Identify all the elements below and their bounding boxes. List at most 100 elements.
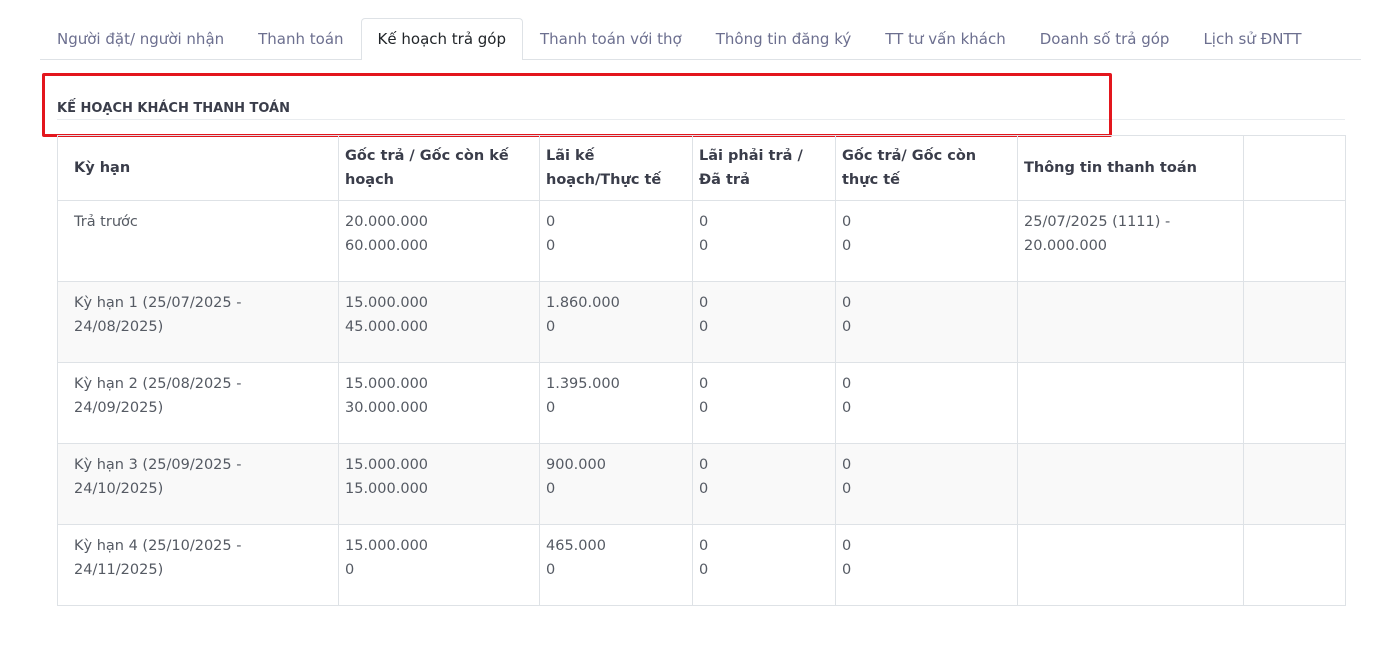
- tab-thanh-toan[interactable]: Thanh toán: [241, 18, 360, 59]
- value: 15.000.000: [345, 457, 429, 473]
- header-actions: [1243, 135, 1346, 201]
- cell-goc-tt: 00: [835, 443, 1018, 525]
- cell-lai-kh: 900.000 0: [539, 443, 693, 525]
- table-row: Kỳ hạn 1 (25/07/2025 - 24/08/2025) 15.00…: [57, 281, 1346, 363]
- value: 0: [699, 481, 709, 497]
- value: 0: [546, 562, 556, 578]
- cell-goc-kh: 15.000.000 0: [338, 524, 540, 606]
- cell-goc-kh: 20.000.000 60.000.000: [338, 200, 540, 282]
- value: 25/07/2025 (1111) - 20.000.000: [1024, 214, 1171, 254]
- value: 0: [699, 214, 709, 230]
- table-row: Trả trước 20.000.000 60.000.000 00 00 00 …: [57, 200, 1346, 282]
- cell-goc-tt: 00: [835, 281, 1018, 363]
- tab-bar: Người đặt/ người nhận Thanh toán Kế hoạc…: [40, 18, 1361, 60]
- value: 45.000.000: [345, 319, 429, 335]
- value: 465.000: [546, 538, 606, 554]
- table-row: Kỳ hạn 3 (25/09/2025 - 24/10/2025) 15.00…: [57, 443, 1346, 525]
- cell-goc-kh: 15.000.000 15.000.000: [338, 443, 540, 525]
- header-goc-ke-hoach: Gốc trả / Gốc còn kế hoạch: [338, 135, 540, 201]
- value: 20.000.000: [345, 214, 429, 230]
- value: 15.000.000: [345, 538, 429, 554]
- header-ky-han: Kỳ hạn: [57, 135, 339, 201]
- value: 0: [842, 319, 852, 335]
- tab-thanh-toan-voi-tho[interactable]: Thanh toán với thợ: [523, 18, 699, 59]
- table-row: Kỳ hạn 2 (25/08/2025 - 24/09/2025) 15.00…: [57, 362, 1346, 444]
- value: 0: [699, 538, 709, 554]
- cell-lai-tra: 00: [692, 443, 836, 525]
- cell-term: Kỳ hạn 2 (25/08/2025 - 24/09/2025): [57, 362, 339, 444]
- cell-lai-kh: 00: [539, 200, 693, 282]
- cell-goc-kh: 15.000.000 30.000.000: [338, 362, 540, 444]
- value: 1.395.000: [546, 376, 620, 392]
- section-title: KẾ HOẠCH KHÁCH THANH TOÁN: [57, 101, 290, 116]
- cell-actions: [1243, 200, 1346, 282]
- payment-plan-table: Kỳ hạn Gốc trả / Gốc còn kế hoạch Lãi kế…: [57, 135, 1346, 606]
- value: 0: [699, 562, 709, 578]
- cell-actions: [1243, 443, 1346, 525]
- cell-term: Kỳ hạn 1 (25/07/2025 - 24/08/2025): [57, 281, 339, 363]
- value: 15.000.000: [345, 481, 429, 497]
- tab-doanh-so-tra-gop[interactable]: Doanh số trả góp: [1023, 18, 1187, 59]
- cell-lai-kh: 1.860.000 0: [539, 281, 693, 363]
- cell-actions: [1243, 362, 1346, 444]
- value: 0: [699, 295, 709, 311]
- value: 0: [842, 295, 852, 311]
- cell-term: Kỳ hạn 4 (25/10/2025 - 24/11/2025): [57, 524, 339, 606]
- section-divider: [57, 119, 1345, 120]
- cell-lai-tra: 00: [692, 362, 836, 444]
- cell-info: [1017, 362, 1244, 444]
- value: 0: [699, 457, 709, 473]
- cell-info: [1017, 524, 1244, 606]
- value: 0: [842, 538, 852, 554]
- cell-goc-tt: 00: [835, 362, 1018, 444]
- tab-ke-hoach-tra-gop[interactable]: Kế hoạch trả góp: [360, 18, 524, 60]
- cell-lai-tra: 00: [692, 200, 836, 282]
- header-lai-ke-hoach: Lãi kế hoạch/Thực tế: [539, 135, 693, 201]
- tab-thong-tin-dang-ky[interactable]: Thông tin đăng ký: [699, 18, 869, 59]
- value: 0: [546, 400, 556, 416]
- value: 30.000.000: [345, 400, 429, 416]
- cell-lai-kh: 1.395.000 0: [539, 362, 693, 444]
- value: 0: [699, 319, 709, 335]
- cell-goc-tt: 00: [835, 524, 1018, 606]
- cell-lai-tra: 00: [692, 281, 836, 363]
- value: 60.000.000: [345, 238, 429, 254]
- value: 0: [546, 214, 556, 230]
- cell-lai-kh: 465.000 0: [539, 524, 693, 606]
- cell-term: Kỳ hạn 3 (25/09/2025 - 24/10/2025): [57, 443, 339, 525]
- cell-info: 25/07/2025 (1111) - 20.000.000: [1017, 200, 1244, 282]
- value: 0: [842, 400, 852, 416]
- header-goc-thuc-te: Gốc trả/ Gốc còn thực tế: [835, 135, 1018, 201]
- value: 1.860.000: [546, 295, 620, 311]
- value: 0: [699, 376, 709, 392]
- value: 900.000: [546, 457, 606, 473]
- value: 0: [546, 481, 556, 497]
- cell-goc-kh: 15.000.000 45.000.000: [338, 281, 540, 363]
- value: 0: [546, 238, 556, 254]
- header-lai-phai-tra: Lãi phải trả / Đã trả: [692, 135, 836, 201]
- tab-nguoi-dat-nguoi-nhan[interactable]: Người đặt/ người nhận: [40, 18, 241, 59]
- value: 0: [842, 376, 852, 392]
- value: 0: [842, 457, 852, 473]
- value: 0: [842, 214, 852, 230]
- cell-term: Trả trước: [57, 200, 339, 282]
- header-thong-tin-thanh-toan: Thông tin thanh toán: [1017, 135, 1244, 201]
- table-row: Kỳ hạn 4 (25/10/2025 - 24/11/2025) 15.00…: [57, 524, 1346, 606]
- cell-actions: [1243, 524, 1346, 606]
- tab-lich-su-dntt[interactable]: Lịch sử ĐNTT: [1186, 18, 1318, 59]
- cell-goc-tt: 00: [835, 200, 1018, 282]
- cell-info: [1017, 443, 1244, 525]
- tab-tt-tu-van-khach[interactable]: TT tư vấn khách: [868, 18, 1022, 59]
- value: 15.000.000: [345, 295, 429, 311]
- value: 0: [546, 319, 556, 335]
- value: 15.000.000: [345, 376, 429, 392]
- table-header-row: Kỳ hạn Gốc trả / Gốc còn kế hoạch Lãi kế…: [57, 135, 1346, 201]
- cell-actions: [1243, 281, 1346, 363]
- value: 0: [699, 400, 709, 416]
- cell-lai-tra: 00: [692, 524, 836, 606]
- value: 0: [842, 481, 852, 497]
- cell-info: [1017, 281, 1244, 363]
- value: 0: [842, 562, 852, 578]
- value: 0: [345, 562, 355, 578]
- value: 0: [699, 238, 709, 254]
